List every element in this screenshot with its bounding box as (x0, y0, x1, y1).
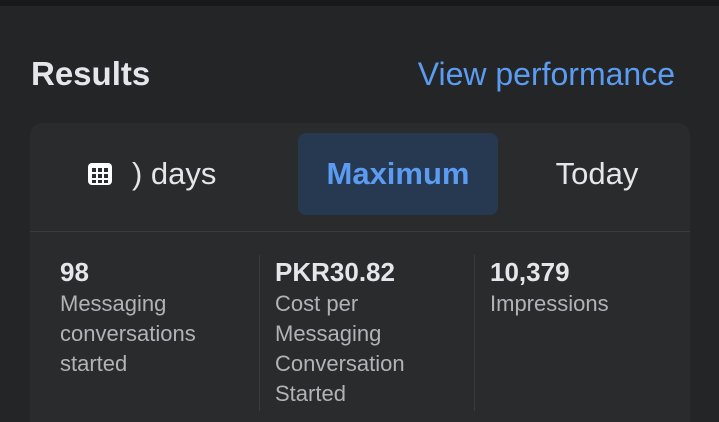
metric-label: Cost per Messaging Conversation Started (275, 291, 405, 406)
metric-label: Messaging conversations started (60, 291, 196, 376)
results-header: Results View performance (0, 50, 719, 100)
metric-divider (259, 255, 260, 411)
date-range-tabs: ) days Maximum Today (30, 123, 690, 232)
calendar-icon (88, 163, 112, 185)
metric-conversations: 98 Messaging conversations started (60, 255, 260, 379)
view-performance-link[interactable]: View performance (418, 54, 675, 94)
metric-value: PKR30.82 (275, 257, 395, 287)
tab-days[interactable]: ) days (70, 133, 260, 215)
tab-maximum[interactable]: Maximum (298, 133, 498, 215)
metric-cost-per-conversation: PKR30.82 Cost per Messaging Conversation… (275, 255, 475, 409)
results-card: ) days Maximum Today 98 Messaging conver… (30, 123, 690, 422)
tab-days-label: ) days (132, 156, 217, 191)
page-title: Results (31, 55, 151, 92)
metric-divider (474, 255, 475, 411)
metric-impressions: 10,379 Impressions (490, 255, 690, 319)
metrics-row: 98 Messaging conversations started PKR30… (30, 255, 690, 415)
tab-today[interactable]: Today (522, 133, 672, 215)
metric-value: 98 (60, 257, 89, 287)
metric-value: 10,379 (490, 257, 570, 287)
top-bar (0, 0, 719, 6)
metric-label: Impressions (490, 291, 609, 316)
